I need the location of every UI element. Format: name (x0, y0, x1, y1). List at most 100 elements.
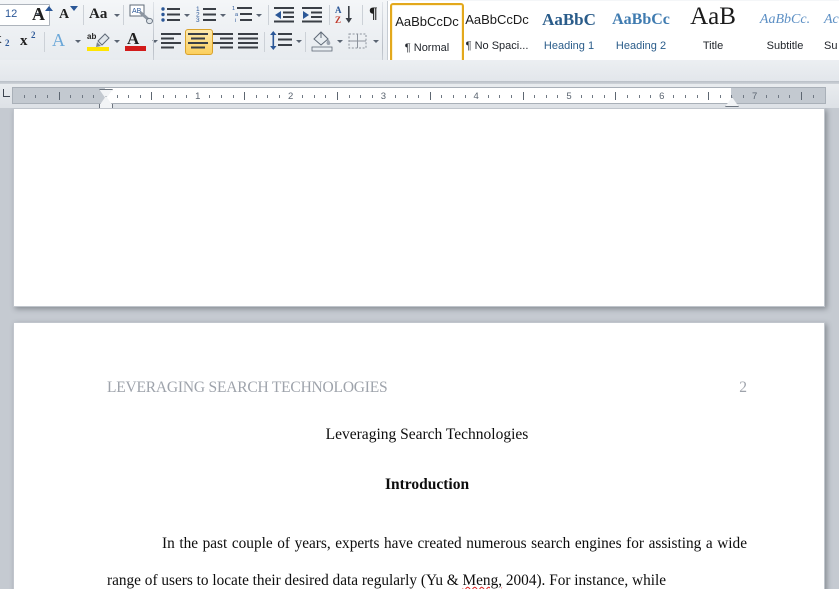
ribbon-group-labels-bar (0, 60, 839, 82)
ruler-tick (487, 95, 489, 98)
align-center-button[interactable] (185, 29, 213, 55)
divider (44, 32, 45, 52)
style-preview: Ac (824, 12, 839, 27)
style-item-no-spacing[interactable]: AaBbCcDc ¶ No Spaci... (462, 3, 532, 59)
ruler-tick (545, 95, 547, 98)
subscript-button[interactable]: x 2 (0, 30, 16, 52)
show-formatting-marks-button[interactable]: ¶ (366, 4, 386, 26)
clear-formatting-button[interactable]: AB (128, 4, 154, 26)
highlighter-icon: ab (87, 32, 110, 51)
ruler-tick (116, 95, 118, 98)
ruler-tick (186, 95, 188, 98)
svg-text:ab: ab (87, 32, 96, 41)
ruler-tick (232, 95, 234, 98)
style-item-subtitle[interactable]: AaBbCc. Subtitle (750, 3, 820, 59)
ruler-tick (221, 95, 222, 98)
document-running-header[interactable]: LEVERAGING SEARCH TECHNOLOGIES 2 (107, 379, 747, 401)
ruler-tick (70, 95, 72, 98)
ruler-number: 5 (566, 91, 572, 102)
superscript-index: 2 (31, 30, 36, 40)
document-page-1[interactable] (13, 108, 825, 307)
line-spacing-button[interactable] (269, 30, 305, 52)
style-label: ¶ No Spaci... (465, 40, 529, 52)
ruler-tick (685, 95, 686, 98)
subscript-icon: x (0, 31, 2, 48)
borders-icon (348, 33, 367, 49)
ruler-tick (302, 95, 304, 98)
chevron-down-icon (373, 40, 379, 43)
font-color-swatch (125, 46, 146, 51)
ruler-number: 3 (380, 91, 387, 102)
decrease-indent-button[interactable] (274, 4, 298, 26)
align-right-button[interactable] (212, 30, 236, 52)
grow-font-icon: A (32, 4, 45, 24)
chevron-down-icon (337, 40, 343, 43)
shading-button[interactable] (310, 30, 346, 52)
ruler-tick (441, 95, 443, 98)
numbered-list-icon: 1 2 3 (196, 6, 216, 24)
ruler-tick (603, 95, 605, 98)
style-item-title[interactable]: AaB Title (678, 3, 748, 59)
pilcrow-icon: ¶ (369, 5, 378, 22)
borders-button[interactable] (346, 30, 382, 52)
style-item-heading-2[interactable]: AaBbCc Heading 2 (606, 3, 676, 59)
font-color-button[interactable]: A (124, 29, 162, 52)
ruler-number: 2 (287, 91, 294, 102)
ruler-tick (93, 95, 95, 98)
line-spacing-icon (270, 31, 292, 50)
styles-gallery[interactable]: AaBbCcDc ¶ Normal AaBbCcDc ¶ No Spaci...… (387, 1, 839, 63)
svg-text:3: 3 (196, 17, 200, 24)
style-item-heading-1[interactable]: AaBbC Heading 1 (534, 3, 604, 59)
ruler-tick (209, 95, 211, 98)
change-case-button[interactable]: Aa (88, 4, 124, 26)
ruler-tick (35, 95, 37, 98)
divider (268, 5, 269, 25)
misspelled-word[interactable]: Meng, (463, 572, 503, 589)
chevron-down-icon (114, 14, 120, 17)
tab-stop-selector[interactable] (1, 88, 12, 99)
ruler-tick (313, 95, 315, 98)
divider (123, 5, 124, 25)
style-item-subtle-emphasis[interactable]: Ac Su (822, 3, 839, 59)
up-arrow-icon (45, 6, 53, 11)
document-page-2[interactable]: LEVERAGING SEARCH TECHNOLOGIES 2 Leverag… (13, 322, 825, 589)
bullets-button[interactable] (160, 4, 192, 26)
ruler-tick (534, 95, 536, 98)
style-preview: AaBbCc. (759, 12, 811, 27)
multilevel-list-button[interactable]: 1 a i (232, 4, 264, 26)
divider (305, 32, 306, 52)
svg-text:A: A (335, 5, 342, 15)
ruler-tick (244, 92, 246, 100)
text-highlight-color-button[interactable]: ab (86, 30, 124, 52)
shrink-font-icon: A (59, 7, 70, 22)
style-label: ¶ Normal (404, 42, 450, 54)
ruler-tick (151, 92, 153, 100)
ruler-tick (673, 95, 675, 98)
superscript-button[interactable]: x 2 (18, 30, 42, 52)
style-preview: AaB (690, 4, 736, 28)
justify-button[interactable] (237, 30, 261, 52)
superscript-icon: x (20, 33, 28, 49)
ruler-tick (360, 95, 362, 98)
style-item-normal[interactable]: AaBbCcDc ¶ Normal (390, 3, 464, 63)
down-arrow-icon (70, 6, 78, 11)
document-canvas[interactable]: LEVERAGING SEARCH TECHNOLOGIES 2 Leverag… (0, 108, 839, 589)
numbering-button[interactable]: 1 2 3 (196, 4, 228, 26)
sort-button[interactable]: A Z (335, 4, 359, 26)
shrink-font-button[interactable]: A (56, 4, 80, 26)
text-effects-icon: A (52, 30, 65, 50)
horizontal-ruler[interactable]: 1 2 3 4 5 6 7 (12, 87, 826, 110)
subscript-index: 2 (5, 38, 10, 48)
increase-indent-button[interactable] (302, 4, 326, 26)
document-body-paragraph[interactable]: In the past couple of years, experts hav… (107, 525, 747, 589)
document-title: Leveraging Search Technologies (325, 426, 529, 443)
ruler-tick (163, 95, 164, 98)
text-effects-button[interactable]: A (50, 30, 86, 52)
grow-font-button[interactable]: A (30, 4, 54, 26)
divider (329, 5, 330, 25)
style-label: Heading 1 (543, 40, 595, 52)
ruler-tick (174, 95, 176, 98)
document-heading-introduction: Introduction (384, 476, 470, 493)
ruler-tick (615, 92, 617, 100)
align-left-button[interactable] (160, 30, 184, 52)
